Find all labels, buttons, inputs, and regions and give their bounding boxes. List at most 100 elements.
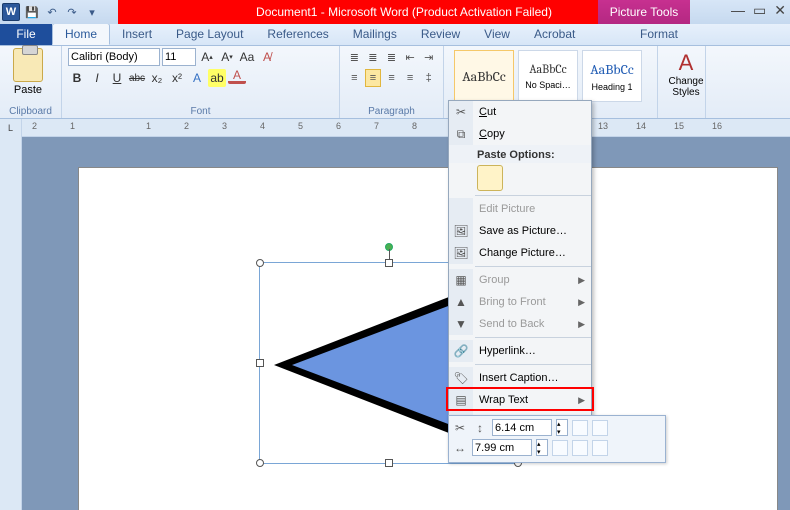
increase-indent-icon[interactable]: ⇥ — [420, 48, 437, 66]
ctx-copy[interactable]: ⧉ Copy — [449, 123, 591, 145]
titlebar: W 💾 ↶ ↷ ▾ Document1 - Microsoft Word (Pr… — [0, 0, 790, 24]
picture-tools-tab-label: Picture Tools — [598, 0, 690, 24]
group-label-font: Font — [62, 106, 339, 117]
change-styles-icon: A — [679, 50, 694, 76]
picture-size-mini-toolbar: ✂ ↕ ▴▾ ↔ ▴▾ — [448, 415, 666, 463]
style-normal[interactable]: AaBbCc — [454, 50, 514, 102]
redo-icon[interactable]: ↷ — [64, 4, 80, 20]
resize-handle-w[interactable] — [256, 359, 264, 367]
tab-home[interactable]: Home — [52, 23, 110, 45]
ctx-group: ▦ Group ▶ — [449, 269, 591, 291]
subscript-button[interactable]: x₂ — [148, 69, 166, 87]
ctx-cut[interactable]: ✂ Cut — [449, 101, 591, 123]
window-minimize-button[interactable]: — — [731, 2, 745, 19]
submenu-arrow-icon: ▶ — [578, 395, 585, 406]
qat-dropdown-icon[interactable]: ▾ — [84, 4, 100, 20]
word-app-icon[interactable]: W — [2, 3, 20, 21]
resize-handle-nw[interactable] — [256, 259, 264, 267]
wrap-icon[interactable] — [572, 440, 588, 456]
ctx-hyperlink[interactable]: 🔗 Hyperlink… — [449, 340, 591, 362]
tab-file[interactable]: File — [0, 23, 52, 45]
numbering-icon[interactable]: ≣ — [365, 48, 382, 66]
ruler-horizontal[interactable]: 2 1 1 2 3 4 5 6 7 8 9 10 11 12 13 14 15 … — [22, 119, 790, 137]
group-paragraph: ≣ ≣ ≣ ⇤ ⇥ ≡ ≡ ≡ ≡ ‡ Paragraph — [340, 46, 444, 118]
strikethrough-button[interactable]: abc — [128, 69, 146, 87]
group-clipboard: Paste Clipboard — [0, 46, 62, 118]
align-center-icon[interactable]: ≡ — [365, 69, 382, 87]
ctx-insert-caption[interactable]: 🏷 Insert Caption… — [449, 367, 591, 389]
group-font: A▴ A▾ Aa A̸ B I U abc x₂ x² A ab A Font — [62, 46, 340, 118]
dialog-launcher-icon[interactable] — [592, 440, 608, 456]
resize-handle-s[interactable] — [385, 459, 393, 467]
decrease-indent-icon[interactable]: ⇤ — [402, 48, 419, 66]
tab-mailings[interactable]: Mailings — [341, 23, 409, 45]
tab-acrobat[interactable]: Acrobat — [522, 23, 587, 45]
ribbon-tabs: File Home Insert Page Layout References … — [0, 24, 790, 46]
copy-icon: ⧉ — [449, 123, 473, 145]
change-case-button[interactable]: Aa — [238, 48, 256, 66]
tab-view[interactable]: View — [472, 23, 522, 45]
italic-button[interactable]: I — [88, 69, 106, 87]
change-styles-button[interactable]: A Change Styles — [664, 48, 708, 98]
tab-format[interactable]: Format — [628, 23, 690, 45]
window-maximize-button[interactable]: ▭ — [753, 2, 766, 19]
bullets-icon[interactable]: ≣ — [346, 48, 363, 66]
font-size-select[interactable] — [162, 48, 196, 66]
ctx-paste-option-icon[interactable] — [477, 165, 503, 191]
tab-review[interactable]: Review — [409, 23, 472, 45]
width-spinner[interactable]: ▴▾ — [536, 439, 548, 456]
ruler-corner[interactable]: L — [0, 119, 22, 137]
bring-forward-icon[interactable] — [572, 420, 588, 436]
style-heading1[interactable]: AaBbCc Heading 1 — [582, 50, 642, 102]
clear-formatting-icon[interactable]: A̸ — [258, 48, 276, 66]
style-no-spacing[interactable]: AaBbCc No Spaci… — [518, 50, 578, 102]
superscript-button[interactable]: x² — [168, 69, 186, 87]
tab-references[interactable]: References — [255, 23, 340, 45]
tab-page-layout[interactable]: Page Layout — [164, 23, 255, 45]
tab-insert[interactable]: Insert — [110, 23, 164, 45]
page[interactable] — [78, 167, 778, 510]
shrink-font-icon[interactable]: A▾ — [218, 48, 236, 66]
document-area[interactable] — [22, 137, 790, 510]
save-icon[interactable]: 💾 — [24, 4, 40, 20]
ctx-save-as-picture[interactable]: 🖼 Save as Picture… — [449, 220, 591, 242]
resize-handle-n[interactable] — [385, 259, 393, 267]
height-input[interactable] — [492, 419, 552, 436]
paste-button[interactable]: Paste — [6, 48, 50, 96]
submenu-arrow-icon: ▶ — [578, 275, 585, 286]
send-backward-icon[interactable] — [592, 420, 608, 436]
window-close-button[interactable]: ✕ — [774, 2, 786, 19]
edit-picture-icon — [449, 198, 473, 220]
bold-button[interactable]: B — [68, 69, 86, 87]
ctx-change-picture[interactable]: 🖼 Change Picture… — [449, 242, 591, 264]
undo-icon[interactable]: ↶ — [44, 4, 60, 20]
highlight-button[interactable]: ab — [208, 69, 226, 87]
height-spinner[interactable]: ▴▾ — [556, 419, 568, 436]
grow-font-icon[interactable]: A▴ — [198, 48, 216, 66]
submenu-arrow-icon: ▶ — [578, 319, 585, 330]
multilevel-icon[interactable]: ≣ — [383, 48, 400, 66]
text-effects-button[interactable]: A — [188, 69, 206, 87]
group-change-styles: A Change Styles — [658, 46, 706, 118]
window-controls: — ▭ ✕ — [731, 2, 786, 19]
ctx-edit-picture: Edit Picture — [449, 198, 591, 220]
line-spacing-icon[interactable]: ‡ — [420, 69, 437, 87]
align-left-icon[interactable]: ≡ — [346, 69, 363, 87]
font-color-button[interactable]: A — [228, 69, 246, 84]
crop-icon[interactable]: ✂ — [452, 420, 468, 436]
justify-icon[interactable]: ≡ — [402, 69, 419, 87]
paste-label: Paste — [14, 84, 42, 96]
send-back-icon: ▼ — [449, 313, 473, 335]
font-name-select[interactable] — [68, 48, 160, 66]
resize-handle-sw[interactable] — [256, 459, 264, 467]
align-right-icon[interactable]: ≡ — [383, 69, 400, 87]
width-input[interactable] — [472, 439, 532, 456]
group-label-paragraph: Paragraph — [340, 106, 443, 117]
position-icon[interactable] — [552, 440, 568, 456]
ctx-wrap-text[interactable]: ▤ Wrap Text ▶ — [449, 389, 591, 411]
ruler-vertical[interactable] — [0, 137, 22, 510]
underline-button[interactable]: U — [108, 69, 126, 87]
hyperlink-icon: 🔗 — [449, 340, 473, 362]
group-icon: ▦ — [449, 269, 473, 291]
wrap-text-icon: ▤ — [449, 389, 473, 411]
